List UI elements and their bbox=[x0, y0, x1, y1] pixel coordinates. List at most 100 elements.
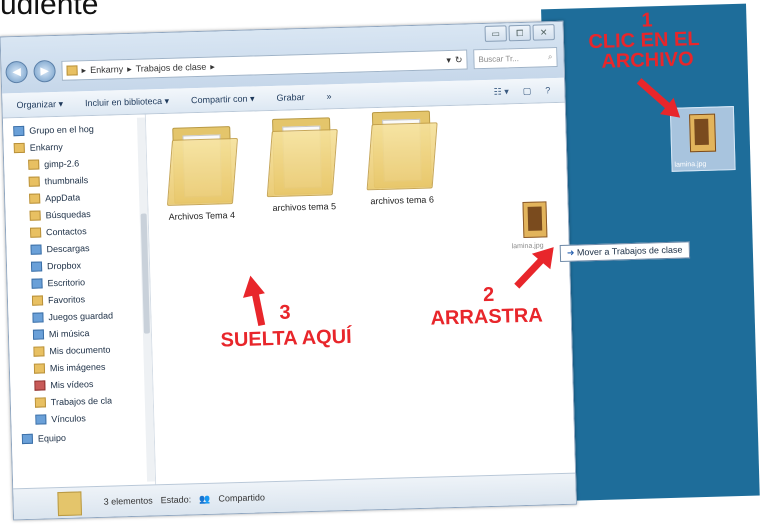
include-library-button[interactable]: Incluir en biblioteca ▾ bbox=[85, 95, 169, 108]
nav-item-label: Mis imágenes bbox=[49, 361, 106, 373]
nav-item-documentos[interactable]: Mis documento bbox=[33, 341, 111, 360]
nav-item-label: AppData bbox=[44, 191, 81, 203]
help-icon[interactable]: ? bbox=[545, 85, 550, 96]
folder-icon bbox=[28, 175, 40, 187]
nav-item-equipo[interactable]: Equipo bbox=[21, 429, 67, 447]
nav-item-label: Favoritos bbox=[47, 293, 86, 305]
refresh-icon[interactable]: ↻ bbox=[455, 54, 463, 65]
step3-number: 3 bbox=[279, 301, 291, 324]
item-count: 3 elementos bbox=[103, 495, 153, 507]
nav-item-dropbox[interactable]: Dropbox bbox=[30, 256, 82, 274]
organize-button[interactable]: Organizar ▾ bbox=[16, 98, 63, 110]
folder-icon bbox=[31, 294, 44, 306]
pictures-icon bbox=[33, 362, 46, 374]
large-folder-icon bbox=[366, 122, 438, 191]
nav-item-escritorio[interactable]: Escritorio bbox=[31, 273, 85, 291]
step2-text: ARRASTRA bbox=[430, 304, 544, 330]
search-icon: ⌕ bbox=[547, 52, 553, 62]
view-options-icon[interactable]: ☷ ▾ bbox=[494, 86, 509, 97]
move-tooltip: ➜ Mover a Trabajos de clase bbox=[559, 241, 690, 262]
downloads-icon bbox=[30, 243, 42, 255]
folder-icon bbox=[34, 396, 46, 408]
nav-item-juegos[interactable]: Juegos guardad bbox=[32, 306, 113, 325]
nav-item-favoritos[interactable]: Favoritos bbox=[31, 290, 86, 308]
search-placeholder: Buscar Tr... bbox=[478, 53, 520, 64]
screenshot-scene: ▭ ⧠ ✕ ◀ ▶ ▸ Enkarny ▸ Trabajos de clase … bbox=[0, 0, 768, 532]
videos-icon bbox=[34, 379, 46, 391]
shared-icon: 👥 bbox=[199, 493, 211, 504]
folder-item[interactable] bbox=[366, 110, 440, 191]
folder-icon bbox=[66, 65, 78, 76]
nav-item-label: Búsquedas bbox=[45, 208, 91, 220]
nav-item-trabajos[interactable]: Trabajos de cla bbox=[34, 392, 113, 411]
breadcrumb-item-enkarny[interactable]: Enkarny bbox=[90, 64, 123, 75]
large-folder-icon bbox=[166, 137, 239, 206]
computer-icon bbox=[21, 433, 33, 444]
nav-item-gimp[interactable]: gimp-2.6 bbox=[28, 154, 79, 172]
file-list-area[interactable]: Archivos Tema 4 archivos tema 5 archivos… bbox=[145, 102, 576, 485]
folder-item[interactable] bbox=[266, 117, 340, 198]
breadcrumb-separator-icon: ▸ bbox=[81, 64, 87, 75]
folder-icon bbox=[29, 192, 41, 204]
nav-item-label: gimp-2.6 bbox=[44, 157, 80, 169]
back-button[interactable]: ◀ bbox=[5, 60, 28, 84]
nav-item-vinculos[interactable]: Vínculos bbox=[35, 409, 86, 427]
dragged-file-icon[interactable] bbox=[522, 201, 548, 238]
folder-icon bbox=[29, 209, 41, 221]
status-state-value: Compartido bbox=[218, 492, 266, 504]
nav-item-appdata[interactable]: AppData bbox=[29, 188, 80, 206]
nav-item-label: Equipo bbox=[37, 432, 67, 444]
search-input[interactable]: Buscar Tr... ⌕ bbox=[473, 46, 558, 70]
games-icon bbox=[32, 311, 44, 323]
nav-item-homegroup[interactable]: Grupo en el hog bbox=[13, 120, 94, 139]
homegroup-icon bbox=[13, 125, 25, 136]
navigation-pane: Grupo en el hog Enkarny gimp-2.6 thumbna… bbox=[2, 114, 157, 489]
step3-text: SUELTA AQUÍ bbox=[220, 325, 352, 352]
nav-item-label: Descargas bbox=[46, 242, 90, 254]
folder-label: Archivos Tema 4 bbox=[168, 210, 236, 222]
nav-item-videos[interactable]: Mis vídeos bbox=[34, 375, 93, 394]
breadcrumb-separator-icon: ▸ bbox=[210, 61, 216, 72]
nav-item-label: Contactos bbox=[45, 225, 87, 237]
nav-item-label: Dropbox bbox=[46, 259, 82, 271]
share-with-button[interactable]: Compartir con ▾ bbox=[191, 93, 255, 106]
minimize-button[interactable]: ▭ bbox=[484, 25, 507, 42]
nav-item-label: Escritorio bbox=[47, 276, 86, 288]
folder-label: archivos tema 6 bbox=[370, 194, 435, 207]
nav-item-imagenes[interactable]: Mis imágenes bbox=[33, 358, 106, 377]
more-button[interactable]: » bbox=[326, 91, 331, 101]
move-arrow-icon: ➜ bbox=[566, 247, 575, 258]
burn-button[interactable]: Grabar bbox=[276, 92, 304, 103]
step2-number: 2 bbox=[482, 283, 495, 307]
user-folder-icon bbox=[13, 142, 25, 153]
status-folder-icon bbox=[57, 491, 83, 517]
maximize-button[interactable]: ⧠ bbox=[508, 24, 531, 42]
explorer-window: ▭ ⧠ ✕ ◀ ▶ ▸ Enkarny ▸ Trabajos de clase … bbox=[0, 20, 577, 521]
nav-item-contactos[interactable]: Contactos bbox=[29, 222, 87, 241]
nav-item-label: Grupo en el hog bbox=[29, 123, 94, 136]
address-dropdown-icon[interactable]: ▾ bbox=[446, 54, 451, 65]
links-icon bbox=[35, 413, 47, 425]
breadcrumb-item-trabajos[interactable]: Trabajos de clase bbox=[136, 62, 207, 74]
folder-icon bbox=[29, 226, 42, 238]
nav-item-label: Trabajos de cla bbox=[50, 395, 113, 407]
preview-pane-icon[interactable]: ▢ bbox=[523, 85, 532, 96]
forward-button[interactable]: ▶ bbox=[33, 59, 56, 83]
nav-item-label: thumbnails bbox=[44, 174, 89, 186]
nav-item-enkarny[interactable]: Enkarny bbox=[13, 138, 63, 156]
nav-item-musica[interactable]: Mi música bbox=[32, 324, 90, 343]
nav-item-label: Enkarny bbox=[29, 141, 63, 153]
address-bar[interactable]: ▸ Enkarny ▸ Trabajos de clase ▸ ▾ ↻ bbox=[61, 49, 468, 81]
view-controls: ☷ ▾ ▢ ? bbox=[494, 84, 565, 97]
tooltip-text: Mover a Trabajos de clase bbox=[576, 244, 683, 258]
close-button[interactable]: ✕ bbox=[532, 24, 555, 41]
breadcrumb-separator-icon: ▸ bbox=[126, 63, 132, 74]
nav-item-thumbnails[interactable]: thumbnails bbox=[28, 171, 88, 190]
nav-item-busquedas[interactable]: Búsquedas bbox=[29, 205, 91, 224]
status-state-label: Estado: bbox=[160, 494, 192, 506]
nav-item-label: Juegos guardad bbox=[48, 309, 114, 322]
folder-label: archivos tema 5 bbox=[272, 201, 337, 213]
folder-item[interactable] bbox=[166, 126, 240, 206]
nav-item-descargas[interactable]: Descargas bbox=[30, 239, 90, 258]
nav-item-label: Mi música bbox=[48, 327, 90, 339]
